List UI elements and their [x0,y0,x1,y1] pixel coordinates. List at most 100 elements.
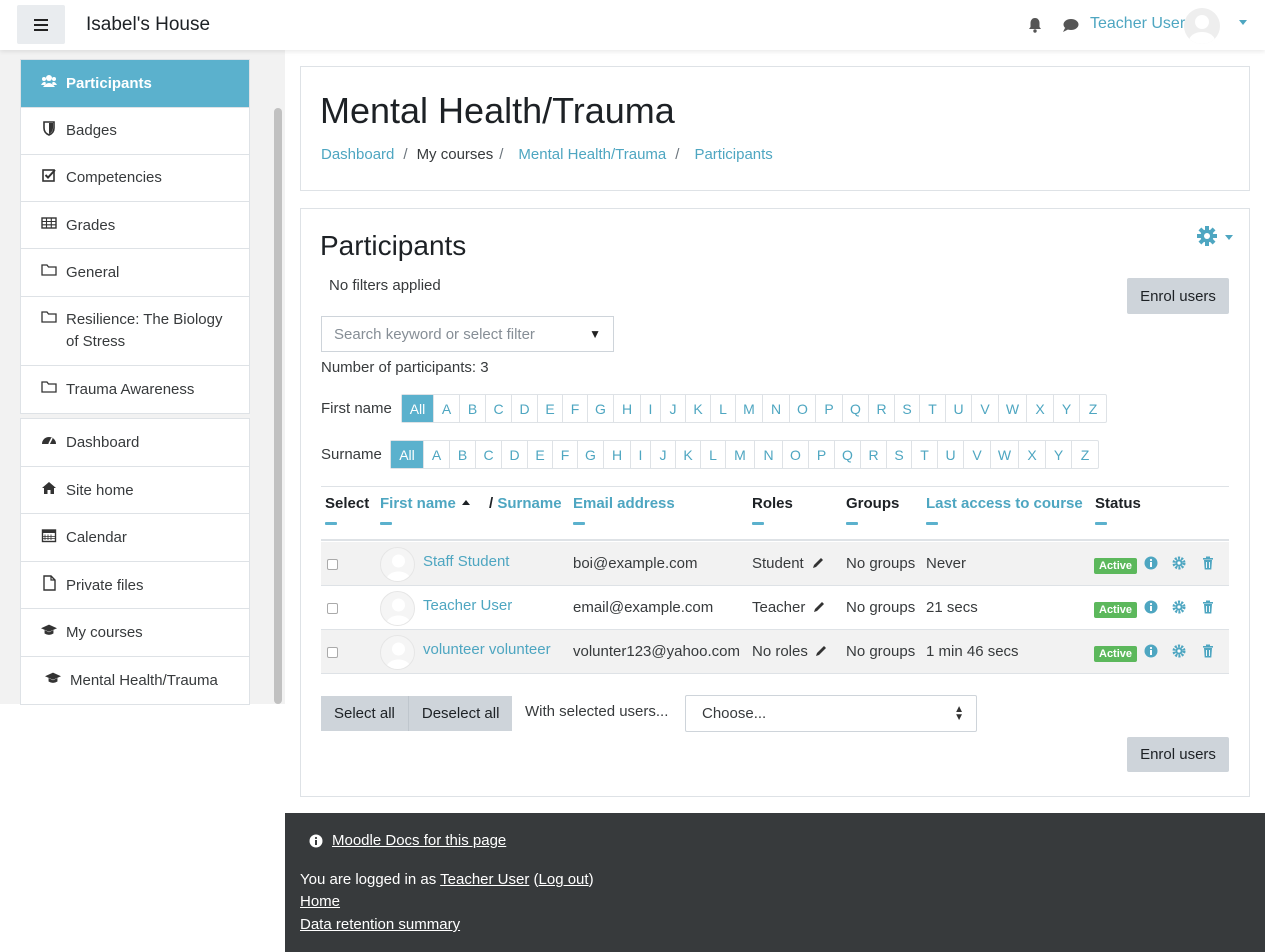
sidebar-item-resilience[interactable]: Resilience: The Biology of Stress [21,297,249,366]
breadcrumb-dashboard[interactable]: Dashboard [321,146,394,163]
chevron-down-icon[interactable] [1239,20,1247,25]
surname-letter-y[interactable]: Y [1046,441,1072,468]
sidebar-item-badges[interactable]: Badges [21,108,249,155]
surname-letter-o[interactable]: O [783,441,809,468]
surname-letter-x[interactable]: X [1019,441,1046,468]
surname-letter-n[interactable]: N [755,441,783,468]
collapse-icon[interactable] [1095,522,1107,525]
surname-letter-b[interactable]: B [450,441,476,468]
row-checkbox[interactable] [327,603,338,614]
info-icon[interactable] [1144,644,1158,658]
firstname-letter-x[interactable]: X [1027,395,1054,422]
logged-in-user-link[interactable]: Teacher User [440,871,529,888]
search-filter-input[interactable]: Search keyword or select filter ▼ [321,316,614,352]
drawer-toggle-button[interactable] [17,5,65,44]
firstname-letter-s[interactable]: S [895,395,920,422]
surname-letter-s[interactable]: S [887,441,912,468]
gear-icon[interactable] [1172,556,1186,570]
firstname-letter-g[interactable]: G [588,395,614,422]
collapse-icon[interactable] [846,522,858,525]
col-first-name-label[interactable]: First name [380,495,456,512]
footer-home-link[interactable]: Home [300,893,340,910]
surname-letter-e[interactable]: E [528,441,553,468]
surname-letter-a[interactable]: A [424,441,450,468]
surname-letter-i[interactable]: I [631,441,651,468]
col-last-access-label[interactable]: Last access to course [926,495,1083,512]
surname-letter-p[interactable]: P [809,441,835,468]
firstname-letter-t[interactable]: T [920,395,946,422]
sidebar-item-trauma-awareness[interactable]: Trauma Awareness [21,366,249,413]
firstname-letter-h[interactable]: H [614,395,641,422]
pencil-icon[interactable] [811,556,825,570]
gear-icon[interactable] [1172,644,1186,658]
gear-icon[interactable] [1172,600,1186,614]
sidebar-item-private-files[interactable]: Private files [21,562,249,609]
sidebar-item-general[interactable]: General [21,249,249,297]
surname-letter-g[interactable]: G [578,441,604,468]
sidebar-item-my-courses[interactable]: My courses [21,609,249,657]
collapse-icon[interactable] [380,522,392,525]
firstname-letter-o[interactable]: O [790,395,816,422]
col-email-label[interactable]: Email address [573,495,675,512]
surname-letter-q[interactable]: Q [835,441,861,468]
firstname-letter-w[interactable]: W [999,395,1027,422]
trash-icon[interactable] [1201,600,1215,614]
pencil-icon[interactable] [814,644,828,658]
sidebar-item-participants[interactable]: Participants [21,60,249,108]
enrol-users-button[interactable]: Enrol users [1127,278,1229,314]
surname-letter-m[interactable]: M [726,441,755,468]
participant-name-link[interactable]: Teacher User [423,597,512,614]
participant-name-link[interactable]: Staff Student [423,553,509,570]
sidebar-item-competencies[interactable]: Competencies [21,155,249,202]
moodle-docs-link[interactable]: Moodle Docs for this page [332,832,506,849]
pencil-icon[interactable] [812,600,826,614]
deselect-all-button[interactable]: Deselect all [407,696,513,731]
firstname-letter-y[interactable]: Y [1054,395,1080,422]
col-first-name[interactable]: First name [380,495,470,525]
sidebar-item-calendar[interactable]: Calendar [21,514,249,562]
participant-name-link[interactable]: volunteer volunteer [423,641,551,658]
firstname-letter-z[interactable]: Z [1080,395,1106,422]
info-icon[interactable] [1144,556,1158,570]
surname-letter-h[interactable]: H [604,441,631,468]
row-checkbox[interactable] [327,647,338,658]
select-all-button[interactable]: Select all [321,696,408,731]
surname-letter-v[interactable]: V [964,441,991,468]
row-checkbox[interactable] [327,559,338,570]
col-email[interactable]: Email address [573,495,675,525]
surname-letter-all[interactable]: All [391,441,424,468]
breadcrumb-participants[interactable]: Participants [694,146,772,163]
firstname-letter-u[interactable]: U [946,395,972,422]
firstname-letter-n[interactable]: N [763,395,790,422]
firstname-letter-v[interactable]: V [972,395,999,422]
firstname-letter-a[interactable]: A [434,395,460,422]
firstname-letter-j[interactable]: J [661,395,686,422]
firstname-letter-e[interactable]: E [538,395,563,422]
surname-letter-w[interactable]: W [991,441,1019,468]
col-surname[interactable]: / Surname [489,495,562,512]
surname-letter-f[interactable]: F [553,441,578,468]
firstname-letter-r[interactable]: R [869,395,895,422]
sidebar-item-mental-health[interactable]: Mental Health/Trauma [21,657,249,704]
collapse-icon[interactable] [573,522,585,525]
sidebar-item-dashboard[interactable]: Dashboard [21,419,249,467]
surname-letter-l[interactable]: L [701,441,726,468]
firstname-letter-m[interactable]: M [736,395,763,422]
firstname-letter-q[interactable]: Q [843,395,869,422]
sidebar-item-site-home[interactable]: Site home [21,467,249,514]
bulk-action-select[interactable]: Choose... ▲ ▼ [685,695,977,732]
user-menu-name[interactable]: Teacher User [1090,15,1185,33]
enrol-users-button-bottom[interactable]: Enrol users [1127,737,1229,772]
surname-letter-r[interactable]: R [861,441,887,468]
col-surname-label[interactable]: Surname [497,495,561,512]
firstname-letter-k[interactable]: K [686,395,711,422]
firstname-letter-all[interactable]: All [402,395,434,422]
data-retention-link[interactable]: Data retention summary [300,916,460,933]
collapse-icon[interactable] [752,522,764,525]
bell-icon[interactable] [1028,17,1042,33]
user-avatar[interactable] [1184,8,1220,44]
trash-icon[interactable] [1201,644,1215,658]
site-name[interactable]: Isabel's House [86,14,210,36]
surname-letter-u[interactable]: U [938,441,964,468]
info-icon[interactable] [1144,600,1158,614]
